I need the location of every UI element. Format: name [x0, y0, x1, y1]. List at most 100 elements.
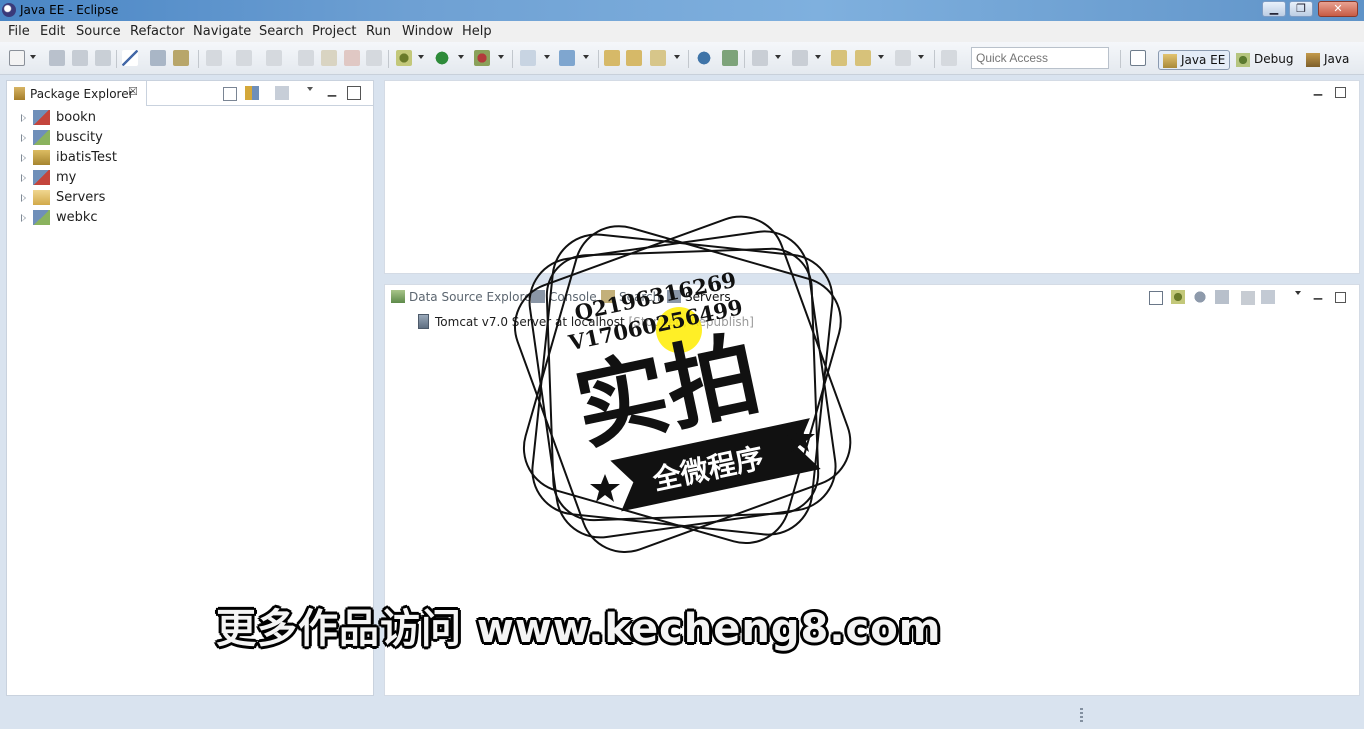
- back-dropdown-icon[interactable]: [878, 55, 884, 59]
- perspective-debug[interactable]: Debug: [1232, 50, 1297, 70]
- menu-help[interactable]: Help: [462, 24, 492, 39]
- restore-button[interactable]: ❐: [1289, 1, 1313, 17]
- quick-access-input[interactable]: [971, 47, 1109, 69]
- next-annotation-icon[interactable]: [752, 50, 768, 66]
- project-label: bookn: [56, 110, 96, 125]
- run-icon[interactable]: [434, 50, 450, 66]
- menu-run[interactable]: Run: [366, 24, 391, 39]
- open-type-icon[interactable]: [604, 50, 620, 66]
- undo-icon[interactable]: [206, 50, 222, 66]
- minimize-view-icon[interactable]: ▁: [325, 84, 339, 98]
- new-class-dropdown-icon[interactable]: [583, 55, 589, 59]
- step-over-icon[interactable]: [298, 50, 314, 66]
- open-resource-icon[interactable]: [626, 50, 642, 66]
- minimize-view-icon[interactable]: ▁: [1311, 287, 1325, 301]
- new-class-icon[interactable]: [559, 50, 575, 66]
- terminate-icon[interactable]: [344, 50, 360, 66]
- last-edit-icon[interactable]: [831, 50, 847, 66]
- search-tool-icon[interactable]: [650, 50, 666, 66]
- publish-icon[interactable]: [1261, 290, 1275, 304]
- tab-console[interactable]: Console: [531, 290, 597, 304]
- expand-icon[interactable]: [21, 194, 26, 202]
- maximize-view-icon[interactable]: [1335, 292, 1346, 303]
- expand-icon[interactable]: [21, 214, 26, 222]
- collapse-all-icon[interactable]: [1149, 291, 1163, 305]
- pin-editor-icon[interactable]: [941, 50, 957, 66]
- disconnect-icon[interactable]: [366, 50, 382, 66]
- next-annotation-dropdown-icon[interactable]: [775, 55, 781, 59]
- link-icon[interactable]: [722, 50, 738, 66]
- tree-item-my[interactable]: my: [21, 169, 221, 189]
- external-tools-icon[interactable]: [173, 50, 189, 66]
- start-server-icon[interactable]: [1193, 290, 1207, 304]
- forward-icon[interactable]: [895, 50, 911, 66]
- menu-window[interactable]: Window: [402, 24, 453, 39]
- web-browser-icon[interactable]: [696, 50, 712, 66]
- close-button[interactable]: ✕: [1318, 1, 1358, 17]
- tab-servers[interactable]: Servers: [667, 290, 731, 304]
- step-into-icon[interactable]: [266, 50, 282, 66]
- minimize-button[interactable]: ▁: [1262, 1, 1286, 17]
- menu-search[interactable]: Search: [259, 24, 304, 39]
- menu-source[interactable]: Source: [76, 24, 121, 39]
- new-server-icon[interactable]: [520, 50, 536, 66]
- perspective-java[interactable]: Java: [1302, 50, 1353, 70]
- debug-dropdown-icon[interactable]: [418, 55, 424, 59]
- menu-edit[interactable]: Edit: [40, 24, 65, 39]
- coverage-icon[interactable]: [474, 50, 490, 66]
- tree-item-buscity[interactable]: buscity: [21, 129, 221, 149]
- open-perspective-icon[interactable]: [1130, 50, 1146, 66]
- stop-server-icon[interactable]: [1241, 291, 1255, 305]
- tab-package-explorer[interactable]: Package Explorer ☒: [7, 81, 147, 106]
- run-dropdown-icon[interactable]: [458, 55, 464, 59]
- save-icon[interactable]: [49, 50, 65, 66]
- tab-label: Servers: [685, 290, 731, 304]
- menu-navigate[interactable]: Navigate: [193, 24, 251, 39]
- expand-icon[interactable]: [21, 174, 26, 182]
- new-server-dropdown-icon[interactable]: [544, 55, 550, 59]
- tree-item-servers[interactable]: Servers: [21, 189, 221, 209]
- tree-item-bookn[interactable]: bookn: [21, 109, 221, 129]
- new-dropdown-icon[interactable]: [30, 55, 36, 59]
- maximize-editor-icon[interactable]: [1335, 87, 1346, 98]
- close-tab-icon[interactable]: ☒: [128, 85, 138, 98]
- profile-server-icon[interactable]: [1215, 290, 1229, 304]
- debug-server-icon[interactable]: [1171, 290, 1185, 304]
- redo-icon[interactable]: [236, 50, 252, 66]
- maximize-view-icon[interactable]: [347, 86, 361, 100]
- server-list-item[interactable]: Tomcat v7.0 Server at localhost [Stopped…: [418, 314, 754, 329]
- back-icon[interactable]: [855, 50, 871, 66]
- debug-icon[interactable]: [396, 50, 412, 66]
- suspend-icon[interactable]: [321, 50, 337, 66]
- forward-dropdown-icon[interactable]: [918, 55, 924, 59]
- coverage-dropdown-icon[interactable]: [498, 55, 504, 59]
- menu-refactor[interactable]: Refactor: [130, 24, 185, 39]
- view-menu-icon[interactable]: [307, 87, 313, 91]
- save-all-icon[interactable]: [72, 50, 88, 66]
- menu-project[interactable]: Project: [312, 24, 356, 39]
- perspective-java-ee[interactable]: Java EE: [1158, 50, 1231, 70]
- tree-item-webkc[interactable]: webkc: [21, 209, 221, 229]
- project-label: my: [56, 170, 77, 185]
- task-list-icon[interactable]: [150, 50, 166, 66]
- skip-breakpoints-icon[interactable]: [122, 50, 138, 66]
- server-name: Tomcat v7.0 Server at localhost: [435, 315, 625, 329]
- project-label: buscity: [56, 130, 103, 145]
- view-menu-icon[interactable]: [1295, 291, 1301, 295]
- search-dropdown-icon[interactable]: [674, 55, 680, 59]
- tab-data-source-explorer[interactable]: Data Source Explorer: [391, 290, 536, 304]
- minimize-editor-icon[interactable]: ▁: [1311, 83, 1325, 97]
- print-icon[interactable]: [95, 50, 111, 66]
- link-with-editor-icon[interactable]: [245, 86, 259, 100]
- tree-item-ibatistest[interactable]: ibatisTest: [21, 149, 221, 169]
- expand-icon[interactable]: [21, 154, 26, 162]
- collapse-all-icon[interactable]: [223, 87, 237, 101]
- expand-icon[interactable]: [21, 134, 26, 142]
- new-icon[interactable]: [9, 50, 25, 66]
- expand-icon[interactable]: [21, 114, 26, 122]
- menu-file[interactable]: File: [8, 24, 30, 39]
- focus-task-icon[interactable]: [275, 86, 289, 100]
- previous-annotation-dropdown-icon[interactable]: [815, 55, 821, 59]
- tab-search[interactable]: Search: [601, 290, 660, 304]
- previous-annotation-icon[interactable]: [792, 50, 808, 66]
